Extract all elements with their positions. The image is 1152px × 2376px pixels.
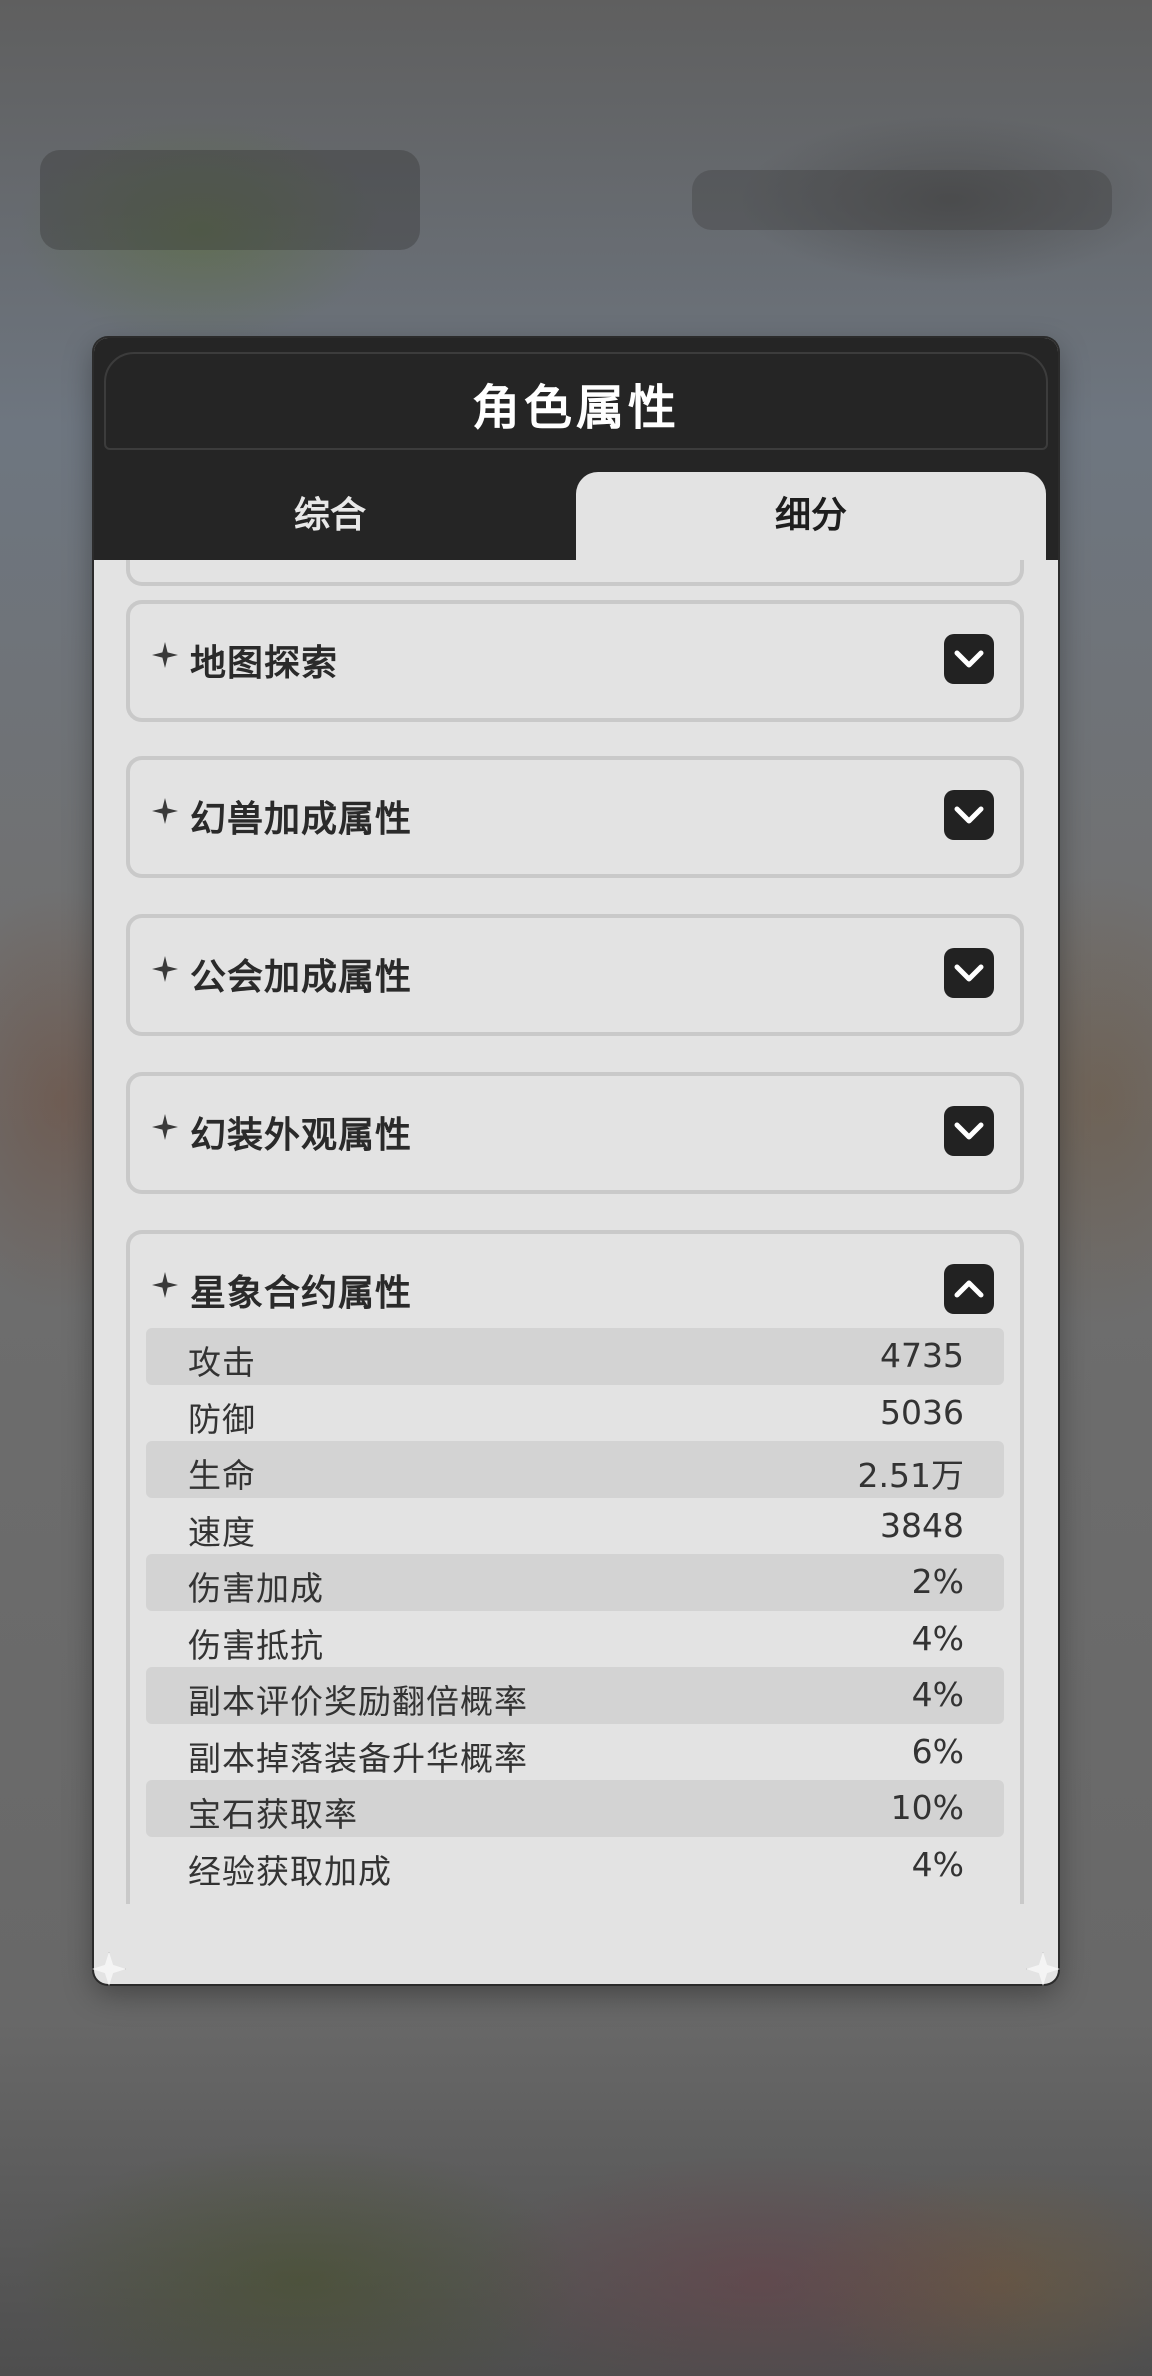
section-title: 幻兽加成属性 [190, 799, 413, 840]
sparkle-icon [152, 1272, 178, 1298]
section-title: 地图探索 [190, 643, 339, 684]
stat-label: 副本掉落装备升华概率 [188, 1738, 528, 1778]
section-costume-appearance[interactable]: 幻装外观属性 [126, 1072, 1024, 1194]
stat-row: 速度 3848 [146, 1498, 1004, 1555]
stat-row: 生命 2.51万 [146, 1441, 1004, 1498]
section-title: 公会加成属性 [190, 957, 413, 998]
blurred-hud-right [692, 170, 1112, 230]
stat-label: 伤害抵抗 [188, 1625, 324, 1665]
sparkle-icon [152, 642, 178, 668]
stat-label: 生命 [188, 1456, 256, 1495]
stat-label: 攻击 [188, 1343, 256, 1382]
section-beast-bonus[interactable]: 幻兽加成属性 [126, 756, 1024, 878]
chevron-up-icon[interactable] [944, 1264, 994, 1314]
stat-label: 伤害加成 [188, 1569, 324, 1608]
stat-value: 2% [911, 1562, 964, 1601]
section-header[interactable]: 公会加成属性 [130, 918, 1020, 1032]
section-astral-contract[interactable]: 星象合约属性 攻击 4735 防御 5036 生命 2.51万 速度 3848 … [126, 1230, 1024, 1904]
section-header[interactable]: 幻兽加成属性 [130, 760, 1020, 874]
sparkle-icon [152, 956, 178, 982]
character-attributes-dialog: 角色属性 综合 细分 地图探索 幻兽加成属性 公会加成属性 幻装外观属性 星象合… [94, 338, 1058, 1984]
stat-row: 攻击 4735 [146, 1328, 1004, 1385]
section-title: 星象合约属性 [190, 1273, 413, 1314]
dialog-title: 角色属性 [471, 380, 680, 436]
stat-label: 副本评价奖励翻倍概率 [188, 1682, 528, 1721]
previous-section-edge [126, 560, 1024, 586]
section-guild-bonus[interactable]: 公会加成属性 [126, 914, 1024, 1036]
sparkle-icon [152, 1114, 178, 1140]
stat-value: 4% [911, 1675, 964, 1714]
stat-value: 4735 [880, 1336, 964, 1375]
stat-label: 经验获取加成 [188, 1851, 392, 1891]
chevron-down-icon[interactable] [944, 1106, 994, 1156]
chevron-down-icon[interactable] [944, 790, 994, 840]
stat-value: 5036 [880, 1392, 964, 1432]
stat-label: 速度 [188, 1512, 256, 1552]
stat-row: 伤害加成 2% [146, 1554, 1004, 1611]
stat-value: 3848 [880, 1505, 964, 1545]
stat-row: 经验获取加成 4% [146, 1837, 1004, 1894]
stat-row: 副本掉落装备升华概率 6% [146, 1724, 1004, 1781]
stat-value: 4% [911, 1844, 964, 1884]
stat-row: 伤害抵抗 4% [146, 1611, 1004, 1668]
stat-row: 防御 5036 [146, 1385, 1004, 1442]
stat-value: 4% [911, 1618, 964, 1658]
sparkle-icon [152, 798, 178, 824]
section-header[interactable]: 地图探索 [130, 604, 1020, 718]
attributes-scroll-area[interactable]: 地图探索 幻兽加成属性 公会加成属性 幻装外观属性 星象合约属性 攻击 4735… [94, 560, 1058, 1984]
dialog-header: 角色属性 综合 细分 [94, 338, 1058, 560]
blurred-hud-left [40, 150, 420, 250]
stat-label: 防御 [188, 1399, 256, 1439]
stat-label: 宝石获取率 [188, 1795, 358, 1834]
stat-value: 2.51万 [857, 1456, 964, 1495]
chevron-down-icon[interactable] [944, 948, 994, 998]
stat-value: 10% [890, 1788, 964, 1827]
section-map-exploration[interactable]: 地图探索 [126, 600, 1024, 722]
tab-detailed[interactable]: 细分 [576, 472, 1046, 560]
section-title: 幻装外观属性 [190, 1115, 413, 1156]
stat-value: 6% [911, 1731, 964, 1771]
chevron-down-icon[interactable] [944, 634, 994, 684]
stat-row: 副本评价奖励翻倍概率 4% [146, 1667, 1004, 1724]
stat-row: 宝石获取率 10% [146, 1780, 1004, 1837]
tab-overview[interactable]: 综合 [94, 472, 566, 560]
stat-list: 攻击 4735 防御 5036 生命 2.51万 速度 3848 伤害加成 2%… [146, 1328, 1004, 1893]
section-header[interactable]: 幻装外观属性 [130, 1076, 1020, 1190]
